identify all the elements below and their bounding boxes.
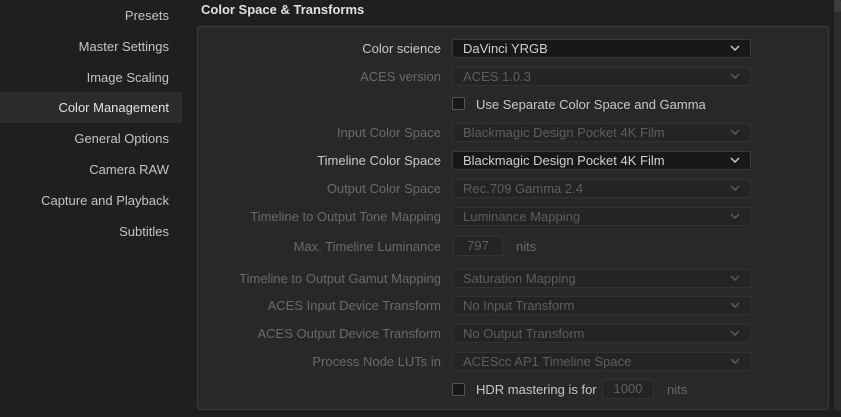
- input-color-space-value: Blackmagic Design Pocket 4K Film: [463, 125, 665, 140]
- sidebar-item-color-management[interactable]: Color Management: [0, 92, 182, 123]
- gamut-mapping-label: Timeline to Output Gamut Mapping: [239, 271, 441, 286]
- sidebar: Presets Master Settings Image Scaling Co…: [0, 0, 182, 417]
- output-color-space-label: Output Color Space: [326, 181, 441, 196]
- aces-odt-value: No Output Transform: [463, 326, 585, 341]
- aces-odt-dropdown[interactable]: No Output Transform: [452, 324, 751, 343]
- sidebar-item-general-options[interactable]: General Options: [0, 123, 182, 154]
- aces-idt-value: No Input Transform: [463, 298, 575, 313]
- sidebar-item-presets[interactable]: Presets: [0, 0, 182, 31]
- gamut-mapping-value: Saturation Mapping: [463, 271, 576, 286]
- process-node-luts-label: Process Node LUTs in: [312, 354, 441, 369]
- tone-mapping-label: Timeline to Output Tone Mapping: [250, 209, 441, 224]
- chevron-down-icon: [730, 274, 740, 282]
- chevron-down-icon: [730, 128, 740, 136]
- input-color-space-label: Input Color Space: [336, 125, 441, 140]
- timeline-color-space-label: Timeline Color Space: [317, 153, 441, 168]
- chevron-down-icon: [730, 184, 740, 192]
- hdr-mastering-unit: nits: [667, 382, 688, 397]
- aces-version-value: ACES 1.0.3: [463, 69, 531, 84]
- tone-mapping-dropdown[interactable]: Luminance Mapping: [452, 207, 751, 226]
- sidebar-item-capture-and-playback[interactable]: Capture and Playback: [0, 185, 182, 216]
- color-science-label: Color science: [362, 41, 441, 56]
- input-color-space-dropdown[interactable]: Blackmagic Design Pocket 4K Film: [452, 123, 751, 142]
- chevron-down-icon: [730, 212, 740, 220]
- sidebar-item-master-settings[interactable]: Master Settings: [0, 31, 182, 62]
- color-science-dropdown[interactable]: DaVinci YRGB: [452, 39, 751, 58]
- process-node-luts-value: ACEScc AP1 Timeline Space: [463, 354, 632, 369]
- tone-mapping-value: Luminance Mapping: [463, 209, 581, 224]
- chevron-down-icon: [730, 329, 740, 337]
- separate-color-space-checkbox[interactable]: [452, 97, 465, 110]
- sidebar-item-subtitles[interactable]: Subtitles: [0, 216, 182, 247]
- scrollbar-thumb[interactable]: [834, 0, 841, 12]
- timeline-color-space-value: Blackmagic Design Pocket 4K Film: [463, 153, 665, 168]
- timeline-color-space-dropdown[interactable]: Blackmagic Design Pocket 4K Film: [452, 151, 751, 170]
- aces-version-label: ACES version: [360, 69, 441, 84]
- output-color-space-value: Rec.709 Gamma 2.4: [463, 181, 583, 196]
- max-luminance-label: Max. Timeline Luminance: [293, 239, 441, 254]
- hdr-mastering-input[interactable]: 1000: [602, 379, 654, 399]
- aces-idt-dropdown[interactable]: No Input Transform: [452, 296, 751, 315]
- aces-idt-label: ACES Input Device Transform: [267, 298, 441, 313]
- chevron-down-icon: [730, 357, 740, 365]
- aces-odt-label: ACES Output Device Transform: [257, 326, 441, 341]
- gamut-mapping-dropdown[interactable]: Saturation Mapping: [452, 269, 751, 288]
- sidebar-item-camera-raw[interactable]: Camera RAW: [0, 154, 182, 185]
- aces-version-dropdown[interactable]: ACES 1.0.3: [452, 67, 751, 86]
- vertical-scrollbar[interactable]: [834, 0, 841, 410]
- color-science-value: DaVinci YRGB: [463, 41, 548, 56]
- section-title: Color Space & Transforms: [201, 2, 365, 17]
- sidebar-item-image-scaling[interactable]: Image Scaling: [0, 62, 182, 93]
- max-luminance-input[interactable]: 797: [453, 236, 503, 256]
- chevron-down-icon: [730, 301, 740, 309]
- output-color-space-dropdown[interactable]: Rec.709 Gamma 2.4: [452, 179, 751, 198]
- separate-color-space-label: Use Separate Color Space and Gamma: [476, 97, 706, 112]
- hdr-mastering-checkbox[interactable]: [452, 383, 465, 396]
- chevron-down-icon: [730, 72, 740, 80]
- max-luminance-unit: nits: [516, 239, 537, 254]
- process-node-luts-dropdown[interactable]: ACEScc AP1 Timeline Space: [452, 352, 751, 371]
- chevron-down-icon: [730, 44, 740, 52]
- hdr-mastering-label: HDR mastering is for: [476, 382, 597, 397]
- chevron-down-icon: [730, 156, 740, 164]
